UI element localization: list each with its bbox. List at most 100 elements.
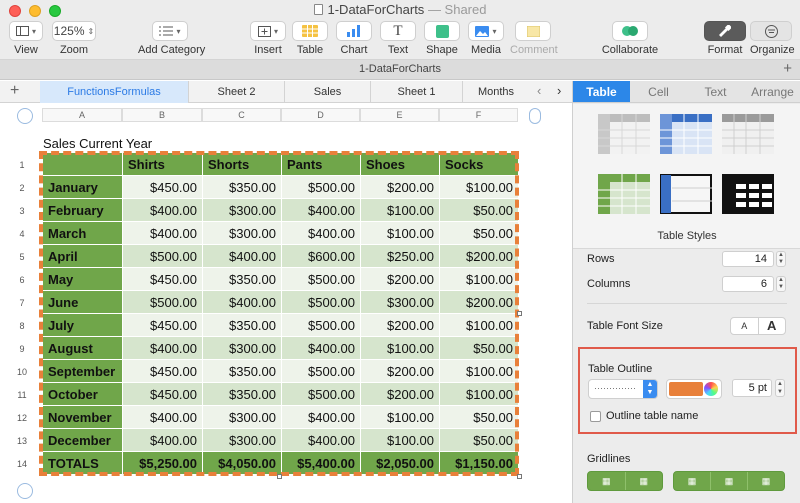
chart-button[interactable] (336, 21, 372, 41)
table-cell[interactable]: $50.00 (439, 428, 519, 452)
shape-tool[interactable]: Shape (424, 21, 460, 56)
collaborate-tool[interactable]: Collaborate (600, 21, 660, 56)
table-cell[interactable]: $200.00 (360, 267, 440, 291)
row-number[interactable]: 1 (12, 160, 32, 170)
table-cell[interactable]: $350.00 (202, 382, 282, 406)
total-cell[interactable]: $2,050.00 (360, 451, 440, 475)
gridlines-row-icon[interactable]: ▦ (711, 472, 748, 490)
row-number[interactable]: 8 (12, 321, 32, 331)
chevron-right-icon[interactable]: › (557, 83, 561, 98)
comment-button[interactable] (515, 21, 551, 41)
outline-width-input[interactable]: 5 pt (732, 379, 772, 397)
table-style-blue[interactable] (660, 114, 712, 154)
total-cell[interactable]: $5,400.00 (281, 451, 361, 475)
increase-font-size-button[interactable]: A (757, 318, 786, 334)
header-cell[interactable]: Pants (281, 152, 361, 176)
media-tool[interactable]: ▾ Media (468, 21, 504, 56)
column-header-a[interactable]: A (42, 108, 122, 122)
gridlines-column-icon[interactable]: ▦ (674, 472, 711, 490)
row-number[interactable]: 3 (12, 206, 32, 216)
table-cell[interactable]: $500.00 (122, 290, 203, 314)
format-button[interactable] (704, 21, 746, 41)
table-cell[interactable]: $100.00 (360, 198, 440, 222)
table-style-outlined[interactable] (660, 174, 712, 214)
row-resize-handle[interactable] (17, 483, 33, 499)
table-style-dark[interactable] (722, 174, 774, 214)
total-cell[interactable]: $4,050.00 (202, 451, 282, 475)
column-header-f[interactable]: F (439, 108, 518, 122)
table-cell[interactable]: $450.00 (122, 313, 203, 337)
table-cell[interactable]: $500.00 (122, 244, 203, 268)
gridlines-header-icon[interactable]: ▦ (588, 472, 626, 490)
table-cell[interactable]: $100.00 (360, 405, 440, 429)
select-table-handle[interactable] (17, 108, 33, 124)
table-cell[interactable]: $100.00 (360, 428, 440, 452)
row-number[interactable]: 4 (12, 229, 32, 239)
sheet-tab-sales[interactable]: Sales (285, 81, 371, 103)
table-title[interactable]: Sales Current Year (43, 136, 152, 151)
row-number[interactable]: 10 (12, 367, 32, 377)
column-resize-handle[interactable] (529, 108, 541, 124)
table-cell[interactable]: $100.00 (439, 382, 519, 406)
row-header-cell[interactable]: February (42, 198, 123, 222)
gridlines-body-icon[interactable]: ▦ (626, 472, 663, 490)
sales-table[interactable]: Shirts Shorts Pants Shoes Socks January … (42, 152, 519, 475)
table-cell[interactable]: $400.00 (281, 221, 361, 245)
table-cell[interactable]: $100.00 (360, 336, 440, 360)
row-number[interactable]: 6 (12, 275, 32, 285)
table-tool[interactable]: Table (292, 21, 328, 56)
rows-stepper[interactable]: ▲ ▼ (776, 251, 786, 267)
rows-input[interactable]: 14 (722, 251, 774, 267)
row-number[interactable]: 14 (12, 459, 32, 469)
table-cell[interactable]: $500.00 (281, 267, 361, 291)
zoom-menu[interactable]: 125% ⇕ Zoom (52, 21, 96, 56)
shape-button[interactable] (424, 21, 460, 41)
row-number[interactable]: 12 (12, 413, 32, 423)
column-header-c[interactable]: C (202, 108, 281, 122)
table-cell[interactable]: $400.00 (281, 405, 361, 429)
row-number[interactable]: 9 (12, 344, 32, 354)
row-header-cell[interactable]: January (42, 175, 123, 199)
header-cell[interactable] (42, 152, 123, 176)
tab-cell[interactable]: Cell (630, 81, 687, 102)
table-cell[interactable]: $500.00 (281, 382, 361, 406)
table-style-green[interactable] (598, 174, 650, 214)
table-cell[interactable]: $400.00 (281, 198, 361, 222)
row-number[interactable]: 5 (12, 252, 32, 262)
table-cell[interactable]: $350.00 (202, 313, 282, 337)
column-header-b[interactable]: B (122, 108, 202, 122)
add-category-button[interactable]: ▾ (152, 21, 188, 41)
table-cell[interactable]: $200.00 (360, 359, 440, 383)
row-header-cell[interactable]: December (42, 428, 123, 452)
table-cell[interactable]: $400.00 (281, 336, 361, 360)
chevron-left-icon[interactable]: ‹ (537, 83, 541, 98)
organize-button[interactable] (750, 21, 792, 41)
tab-table[interactable]: Table (573, 81, 630, 102)
totals-label-cell[interactable]: TOTALS (42, 451, 123, 475)
outline-color-well[interactable] (666, 379, 722, 399)
row-number[interactable]: 13 (12, 436, 32, 446)
color-wheel-icon[interactable] (704, 382, 718, 396)
table-style-gray[interactable] (598, 114, 650, 154)
outline-style-select[interactable]: ·············· ▲ ▼ (588, 379, 658, 399)
comment-tool[interactable]: Comment (510, 21, 558, 56)
table-cell[interactable]: $600.00 (281, 244, 361, 268)
table-cell[interactable]: $300.00 (202, 336, 282, 360)
table-cell[interactable]: $400.00 (281, 428, 361, 452)
outline-width-stepper[interactable]: ▲ ▼ (775, 379, 785, 397)
media-button[interactable]: ▾ (468, 21, 504, 41)
total-cell[interactable]: $5,250.00 (122, 451, 203, 475)
chart-tool[interactable]: Chart (336, 21, 372, 56)
sheet-tab-months[interactable]: Months (463, 81, 529, 103)
text-tool[interactable]: T Text (380, 21, 416, 56)
table-cell[interactable]: $400.00 (122, 198, 203, 222)
table-cell[interactable]: $250.00 (360, 244, 440, 268)
tab-arrange[interactable]: Arrange (744, 81, 800, 102)
table-cell[interactable]: $100.00 (439, 267, 519, 291)
resize-handle-right[interactable] (517, 311, 522, 316)
text-button[interactable]: T (380, 21, 416, 41)
view-menu[interactable]: ▾ View (8, 21, 44, 56)
row-header-cell[interactable]: September (42, 359, 123, 383)
table-cell[interactable]: $50.00 (439, 198, 519, 222)
header-cell[interactable]: Shoes (360, 152, 440, 176)
